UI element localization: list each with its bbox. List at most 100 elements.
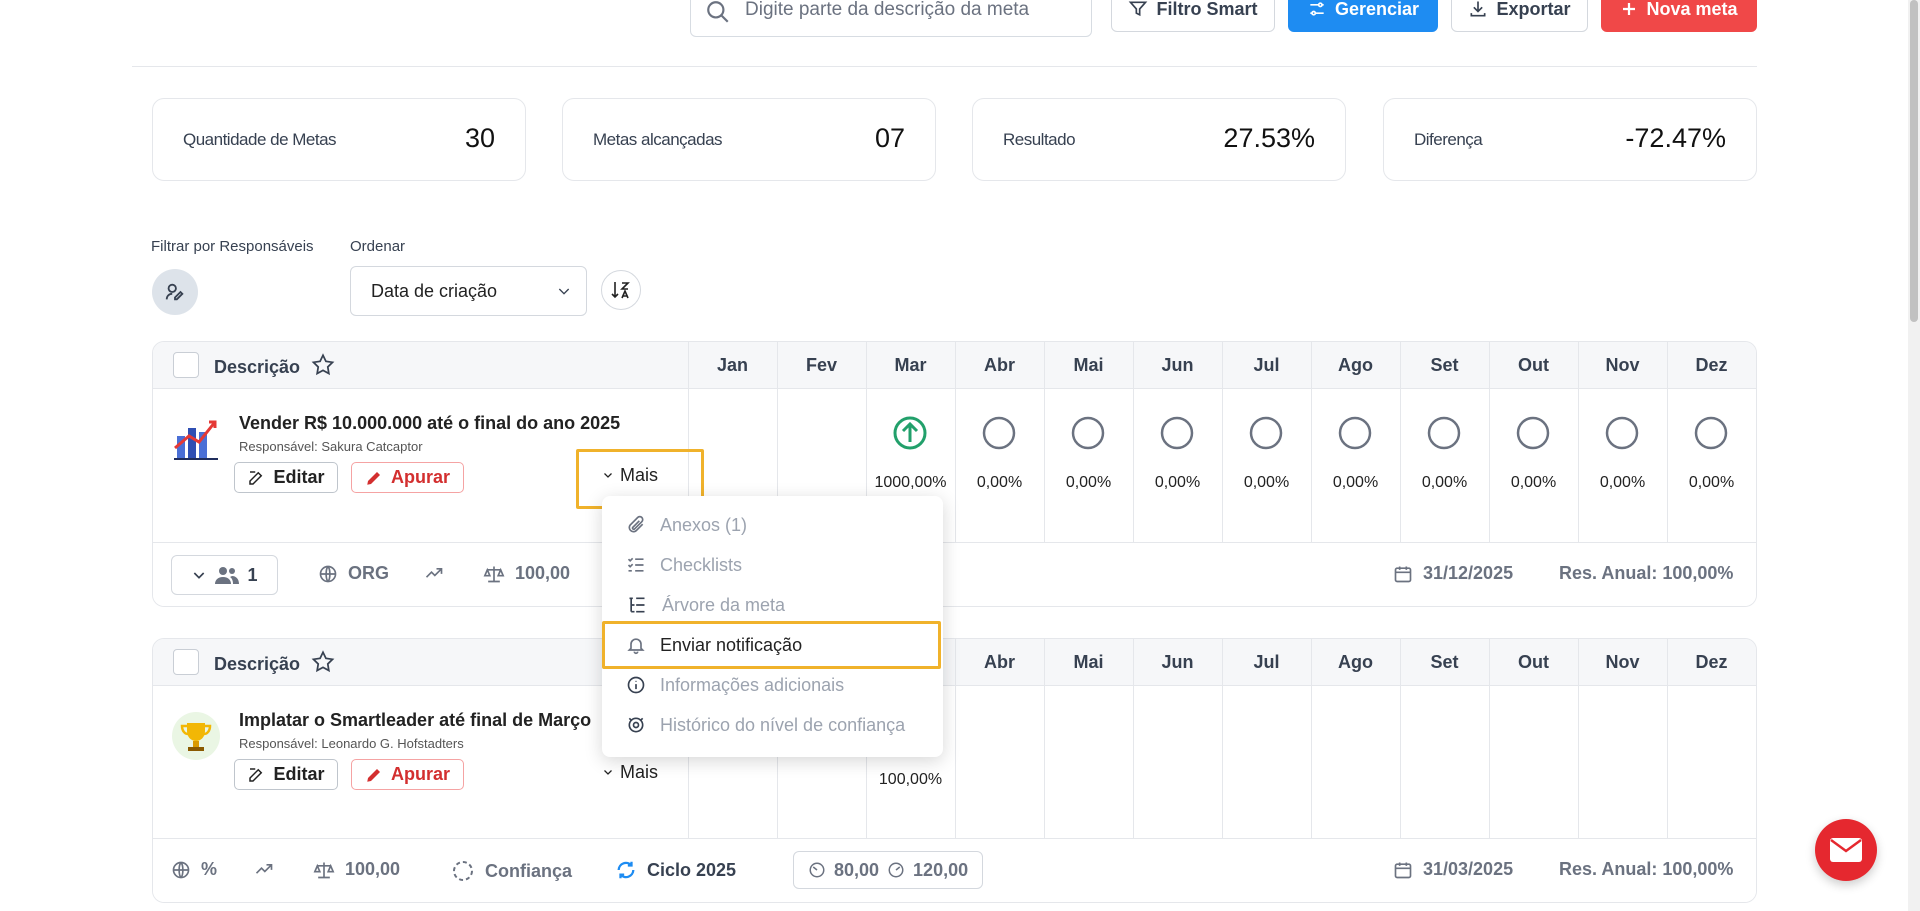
column-divider bbox=[1222, 342, 1223, 543]
column-divider bbox=[1044, 342, 1045, 543]
empty-circle-icon[interactable] bbox=[1160, 416, 1194, 450]
edit-button[interactable]: Editar bbox=[234, 759, 338, 790]
scope-indicator: ORG bbox=[318, 563, 389, 584]
edit-label: Editar bbox=[273, 764, 325, 784]
apurar-button[interactable]: Apurar bbox=[351, 462, 464, 493]
empty-circle-icon[interactable] bbox=[1071, 416, 1105, 450]
stat-value: -72.47% bbox=[1625, 123, 1726, 153]
menu-item-label: Anexos (1) bbox=[660, 514, 748, 535]
users-icon bbox=[215, 567, 240, 584]
stat-value: 07 bbox=[874, 123, 905, 153]
column-divider bbox=[1133, 639, 1134, 840]
menu-item-additional-info[interactable]: Informações adicionais bbox=[626, 670, 844, 700]
manage-button[interactable]: Gerenciar bbox=[1288, 0, 1438, 32]
tree-icon bbox=[629, 597, 645, 613]
smart-filter-button[interactable]: Filtro Smart bbox=[1111, 0, 1275, 32]
edit-icon bbox=[249, 470, 263, 485]
filter-icon bbox=[1129, 1, 1148, 17]
empty-circle-icon[interactable] bbox=[1605, 416, 1639, 450]
goal-responsible: Responsável: Leonardo G. Hofstadters bbox=[239, 736, 464, 751]
empty-circle-icon[interactable] bbox=[1249, 416, 1283, 450]
month-header: Abr bbox=[984, 652, 1015, 672]
edit-icon bbox=[249, 767, 263, 782]
goal-card: Descrição Jan Fev Mar Abr Mai Jun Jul Ag… bbox=[152, 341, 1757, 607]
confidence-indicator[interactable]: Confiança bbox=[451, 859, 572, 883]
new-goal-button[interactable]: Nova meta bbox=[1601, 0, 1757, 32]
responsible-filter-label: Filtrar por Responsáveis bbox=[151, 238, 314, 255]
user-edit-icon bbox=[165, 283, 184, 301]
trophy-icon bbox=[172, 712, 220, 760]
menu-item-checklists[interactable]: Checklists bbox=[626, 550, 742, 580]
apurar-button[interactable]: Apurar bbox=[351, 759, 464, 790]
confidence-dashed-circle-icon bbox=[453, 861, 473, 881]
empty-circle-icon[interactable] bbox=[1516, 416, 1550, 450]
search-input[interactable] bbox=[743, 0, 1073, 25]
page-scrollbar[interactable] bbox=[1908, 0, 1920, 911]
stat-label: Quantidade de Metas bbox=[183, 130, 337, 149]
sliders-icon bbox=[1310, 2, 1324, 16]
menu-item-goal-tree[interactable]: Árvore da meta bbox=[626, 590, 785, 620]
column-divider bbox=[1667, 639, 1668, 840]
team-count: 1 bbox=[247, 564, 258, 585]
stat-card-difference: Diferença -72.47% bbox=[1383, 98, 1757, 181]
scrollbar-thumb[interactable] bbox=[1910, 0, 1918, 322]
history-icon bbox=[628, 717, 644, 733]
manage-label: Gerenciar bbox=[1334, 0, 1420, 19]
month-header: Jul bbox=[1253, 652, 1280, 672]
edit-button[interactable]: Editar bbox=[234, 462, 338, 493]
menu-item-attachments[interactable]: Anexos (1) bbox=[626, 510, 747, 540]
stat-card-goals-achieved: Metas alcançadas 07 bbox=[562, 98, 936, 181]
apurar-label: Apurar bbox=[390, 467, 450, 487]
select-checkbox[interactable] bbox=[173, 352, 199, 378]
annual-result-value: Res. Anual: 100,00% bbox=[1559, 563, 1734, 583]
star-icon[interactable] bbox=[310, 352, 336, 378]
trend-indicator bbox=[253, 859, 275, 879]
empty-circle-icon[interactable] bbox=[1427, 416, 1461, 450]
menu-item-label: Árvore da meta bbox=[662, 594, 786, 615]
export-button[interactable]: Exportar bbox=[1451, 0, 1588, 32]
range-max: 120,00 bbox=[913, 859, 969, 880]
confidence-label: Confiança bbox=[485, 860, 573, 881]
chevron-down-icon bbox=[558, 288, 570, 295]
empty-circle-icon[interactable] bbox=[1694, 416, 1728, 450]
contact-mail-button[interactable] bbox=[1815, 819, 1877, 881]
month-header: Mar bbox=[894, 355, 927, 375]
arrow-up-circle-icon[interactable] bbox=[893, 416, 927, 450]
due-date-value: 31/12/2025 bbox=[1423, 563, 1514, 583]
responsible-filter-button[interactable] bbox=[152, 269, 198, 315]
stat-card-total-goals: Quantidade de Metas 30 bbox=[152, 98, 526, 181]
due-date: 31/03/2025 bbox=[1393, 859, 1513, 880]
month-header: Nov bbox=[1605, 355, 1640, 375]
star-icon[interactable] bbox=[310, 649, 336, 675]
empty-circle-icon[interactable] bbox=[1338, 416, 1372, 450]
sort-direction-button[interactable] bbox=[601, 270, 641, 310]
apurar-label: Apurar bbox=[390, 764, 450, 784]
info-icon bbox=[627, 676, 645, 694]
weight-value: 100,00 bbox=[515, 563, 571, 583]
trending-up-icon bbox=[255, 864, 273, 874]
team-toggle-button[interactable]: 1 bbox=[171, 555, 278, 595]
month-value: 0,00% bbox=[1154, 474, 1201, 491]
menu-item-confidence-history[interactable]: Histórico do nível de confiança bbox=[626, 710, 905, 740]
cycle-indicator[interactable]: Ciclo 2025 bbox=[615, 859, 736, 881]
search-field[interactable] bbox=[690, 0, 1092, 37]
month-value: 0,00% bbox=[1510, 474, 1557, 491]
order-label: Ordenar bbox=[350, 238, 406, 255]
stat-value: 30 bbox=[464, 123, 495, 153]
stat-label: Metas alcançadas bbox=[593, 130, 723, 149]
month-header: Ago bbox=[1338, 652, 1373, 672]
column-divider bbox=[1400, 342, 1401, 543]
sort-az-icon bbox=[611, 282, 630, 299]
month-header: Ago bbox=[1338, 355, 1373, 375]
stat-value: 27.53% bbox=[1223, 123, 1315, 153]
more-button[interactable]: Mais bbox=[602, 757, 658, 787]
order-select[interactable]: Data de criação bbox=[350, 266, 587, 316]
column-divider bbox=[1044, 639, 1045, 840]
globe-icon bbox=[319, 565, 337, 582]
select-checkbox[interactable] bbox=[173, 649, 199, 675]
month-value: 0,00% bbox=[1421, 474, 1468, 491]
empty-circle-icon[interactable] bbox=[982, 416, 1016, 450]
cycle-label: Ciclo 2025 bbox=[647, 859, 737, 880]
trend-indicator bbox=[423, 563, 445, 583]
pencil-icon bbox=[367, 768, 380, 782]
